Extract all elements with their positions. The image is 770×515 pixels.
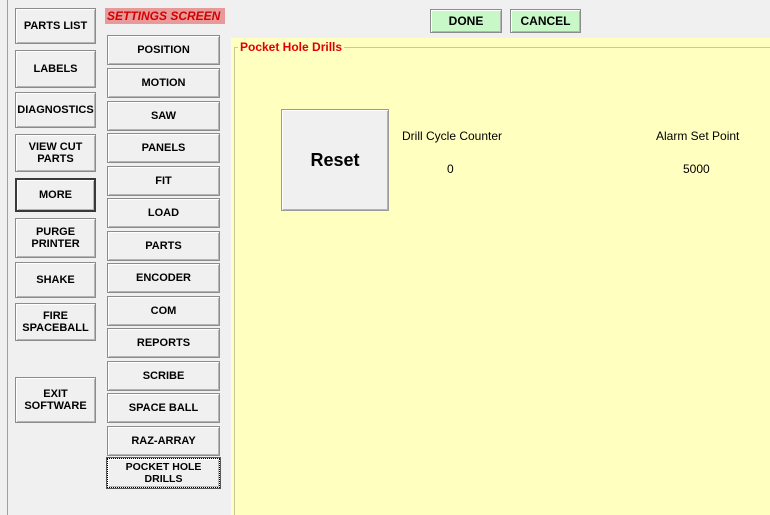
settings-item-motion[interactable]: MOTION: [107, 68, 220, 98]
purge-printer-button[interactable]: PURGE PRINTER: [15, 218, 96, 258]
group-box-title: Pocket Hole Drills: [238, 40, 345, 54]
settings-item-load[interactable]: LOAD: [107, 198, 220, 228]
settings-item-reports[interactable]: REPORTS: [107, 328, 220, 358]
exit-software-button[interactable]: EXIT SOFTWARE: [15, 377, 96, 423]
drill-cycle-counter-label: Drill Cycle Counter: [402, 129, 503, 143]
settings-item-encoder[interactable]: ENCODER: [107, 263, 220, 293]
window-left-edge: [0, 0, 8, 515]
settings-item-scribe[interactable]: SCRIBE: [107, 361, 220, 391]
parts-list-button[interactable]: PARTS LIST: [15, 8, 96, 44]
settings-item-com[interactable]: COM: [107, 296, 220, 326]
labels-button[interactable]: LABELS: [15, 50, 96, 88]
cancel-button[interactable]: CANCEL: [510, 9, 581, 33]
view-cut-parts-button[interactable]: VIEW CUT PARTS: [15, 134, 96, 172]
reset-button[interactable]: Reset: [281, 109, 389, 211]
more-button[interactable]: MORE: [15, 178, 96, 212]
settings-item-parts[interactable]: PARTS: [107, 231, 220, 261]
alarm-set-point-value: 5000: [683, 162, 710, 176]
settings-item-fit[interactable]: FIT: [107, 166, 220, 196]
fire-spaceball-button[interactable]: FIRE SPACEBALL: [15, 303, 96, 341]
settings-item-space-ball[interactable]: SPACE BALL: [107, 393, 220, 423]
settings-screen-title: SETTINGS SCREEN: [105, 8, 225, 24]
done-button[interactable]: DONE: [430, 9, 502, 33]
drill-cycle-counter-value: 0: [447, 162, 454, 176]
diagnostics-button[interactable]: DIAGNOSTICS: [15, 92, 96, 128]
window-top-edge: [0, 0, 770, 3]
settings-item-pocket-hole-drills[interactable]: POCKET HOLE DRILLS: [106, 457, 221, 489]
settings-item-saw[interactable]: SAW: [107, 101, 220, 131]
settings-item-panels[interactable]: PANELS: [107, 133, 220, 163]
settings-item-raz-array[interactable]: RAZ-ARRAY: [107, 426, 220, 456]
shake-button[interactable]: SHAKE: [15, 262, 96, 298]
group-box-left-border: [234, 47, 235, 515]
alarm-set-point-label: Alarm Set Point: [656, 129, 740, 143]
settings-item-position[interactable]: POSITION: [107, 35, 220, 65]
